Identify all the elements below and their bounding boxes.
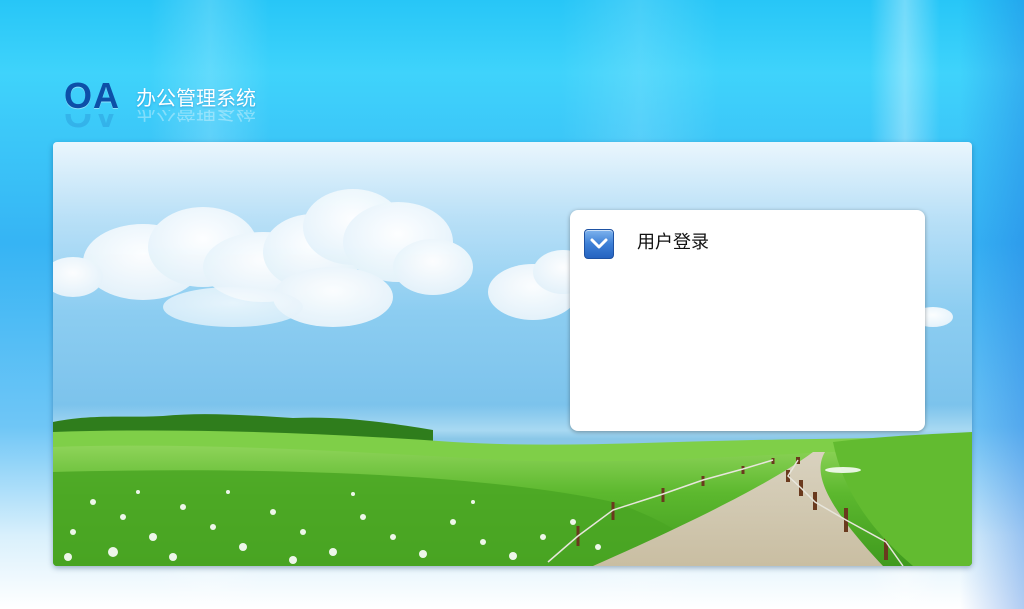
logo-oa-reflection: OA <box>64 114 120 134</box>
system-name: 办公管理系统 <box>136 86 256 110</box>
login-panel: 用户登录 <box>570 210 925 431</box>
logo-oa-text: OA <box>64 75 120 116</box>
login-title: 用户登录 <box>637 232 709 253</box>
chevron-down-icon[interactable] <box>584 229 614 259</box>
system-name-reflection: 办公管理系统 <box>136 110 256 124</box>
